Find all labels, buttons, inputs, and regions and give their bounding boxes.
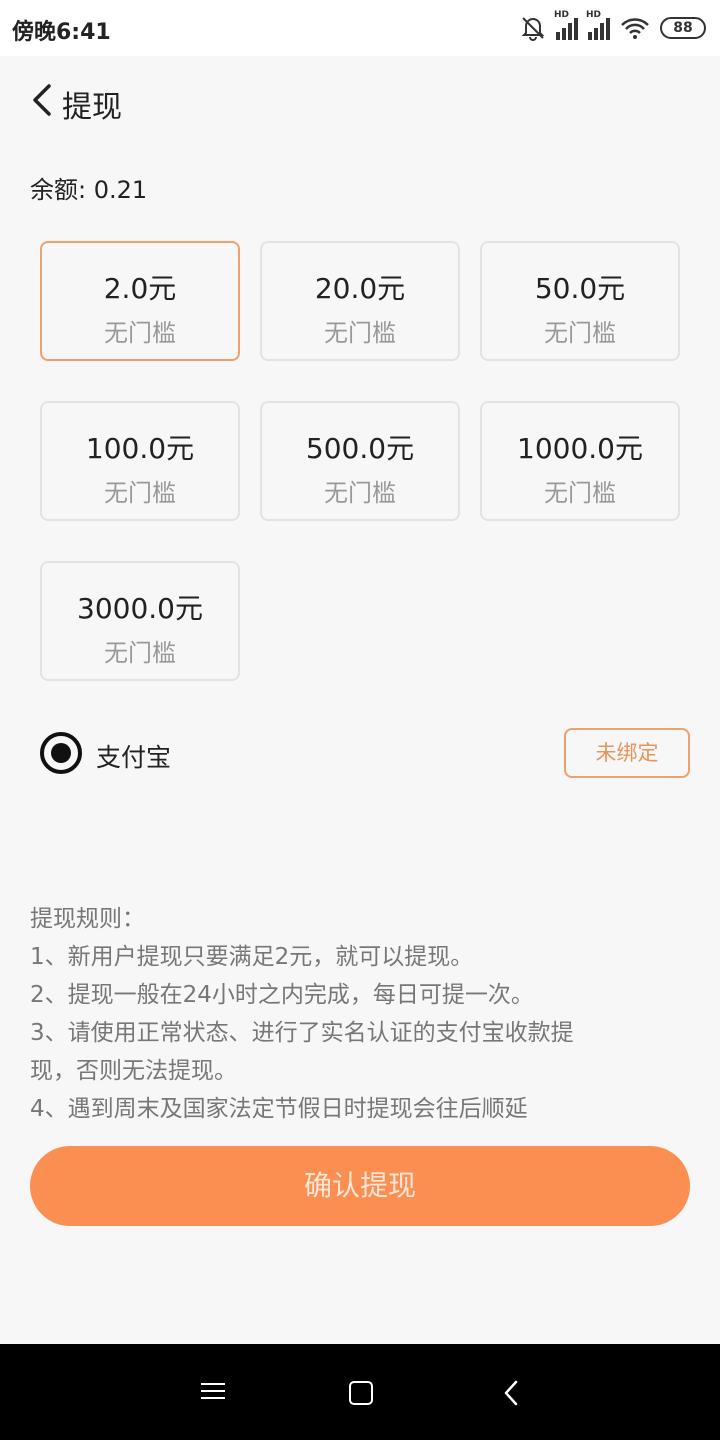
amount-value: 50.0元	[534, 272, 626, 305]
status-icons: HD HD 88	[520, 10, 706, 44]
amount-option-2[interactable]: 2.0元 无门槛	[40, 241, 240, 361]
system-nav-bar	[0, 1344, 720, 1440]
system-back-icon[interactable]	[496, 1378, 526, 1408]
balance-text: 余额: 0.21	[30, 176, 148, 204]
chevron-left-icon	[33, 84, 51, 116]
rule-line: 2、提现一般在24小时之内完成，每日可提一次。	[30, 982, 534, 1008]
amount-value: 100.0元	[85, 432, 195, 465]
status-bar: 傍晚6:41 HD HD 88	[0, 0, 720, 56]
amount-value: 500.0元	[305, 432, 415, 465]
amount-option-500[interactable]: 500.0元 无门槛	[260, 401, 460, 521]
amount-threshold: 无门槛	[544, 479, 616, 507]
payment-method-label: 支付宝	[96, 743, 172, 772]
back-button[interactable]	[22, 78, 62, 122]
rule-line: 4、遇到周末及国家法定节假日时提现会往后顺延	[30, 1096, 528, 1122]
amount-value: 20.0元	[314, 272, 406, 305]
amount-value: 1000.0元	[517, 432, 643, 465]
header: 提现	[0, 56, 720, 146]
hd-label-2: HD	[586, 10, 602, 20]
amount-value: 3000.0元	[77, 592, 203, 625]
bell-muted-icon	[521, 17, 545, 41]
signal-icon-2: HD	[586, 10, 610, 40]
amount-option-1000[interactable]: 1000.0元 无门槛	[480, 401, 680, 521]
amount-option-100[interactable]: 100.0元 无门槛	[40, 401, 240, 521]
confirm-withdraw-button[interactable]: 确认提现	[30, 1146, 690, 1226]
page-title: 提现	[62, 90, 122, 125]
alipay-radio[interactable]	[40, 732, 82, 774]
status-time: 傍晚6:41	[12, 20, 111, 45]
amount-threshold: 无门槛	[544, 319, 616, 347]
amount-threshold: 无门槛	[324, 319, 396, 347]
payment-method-row: 支付宝 未绑定	[40, 728, 690, 780]
amount-value: 2.0元	[103, 272, 177, 305]
amount-threshold: 无门槛	[104, 639, 176, 667]
amount-threshold: 无门槛	[324, 479, 396, 507]
amount-option-3000[interactable]: 3000.0元 无门槛	[40, 561, 240, 681]
home-icon[interactable]	[346, 1378, 376, 1408]
amount-threshold: 无门槛	[104, 319, 176, 347]
wifi-icon	[621, 18, 649, 39]
amount-option-20[interactable]: 20.0元 无门槛	[260, 241, 460, 361]
amount-option-50[interactable]: 50.0元 无门槛	[480, 241, 680, 361]
withdraw-rules: 提现规则： 1、新用户提现只要满足2元，就可以提现。 2、提现一般在24小时之内…	[30, 900, 680, 1128]
rule-line: 3、请使用正常状态、进行了实名认证的支付宝收款提	[30, 1020, 574, 1046]
battery-icon: 88	[660, 17, 706, 39]
menu-icon[interactable]	[198, 1378, 228, 1408]
hd-label-1: HD	[554, 10, 570, 20]
rule-line: 现，否则无法提现。	[30, 1058, 237, 1084]
rules-title: 提现规则：	[30, 906, 145, 932]
amount-threshold: 无门槛	[104, 479, 176, 507]
bind-button[interactable]: 未绑定	[564, 728, 690, 778]
rule-line: 1、新用户提现只要满足2元，就可以提现。	[30, 944, 474, 970]
signal-icon-1: HD	[554, 10, 578, 40]
